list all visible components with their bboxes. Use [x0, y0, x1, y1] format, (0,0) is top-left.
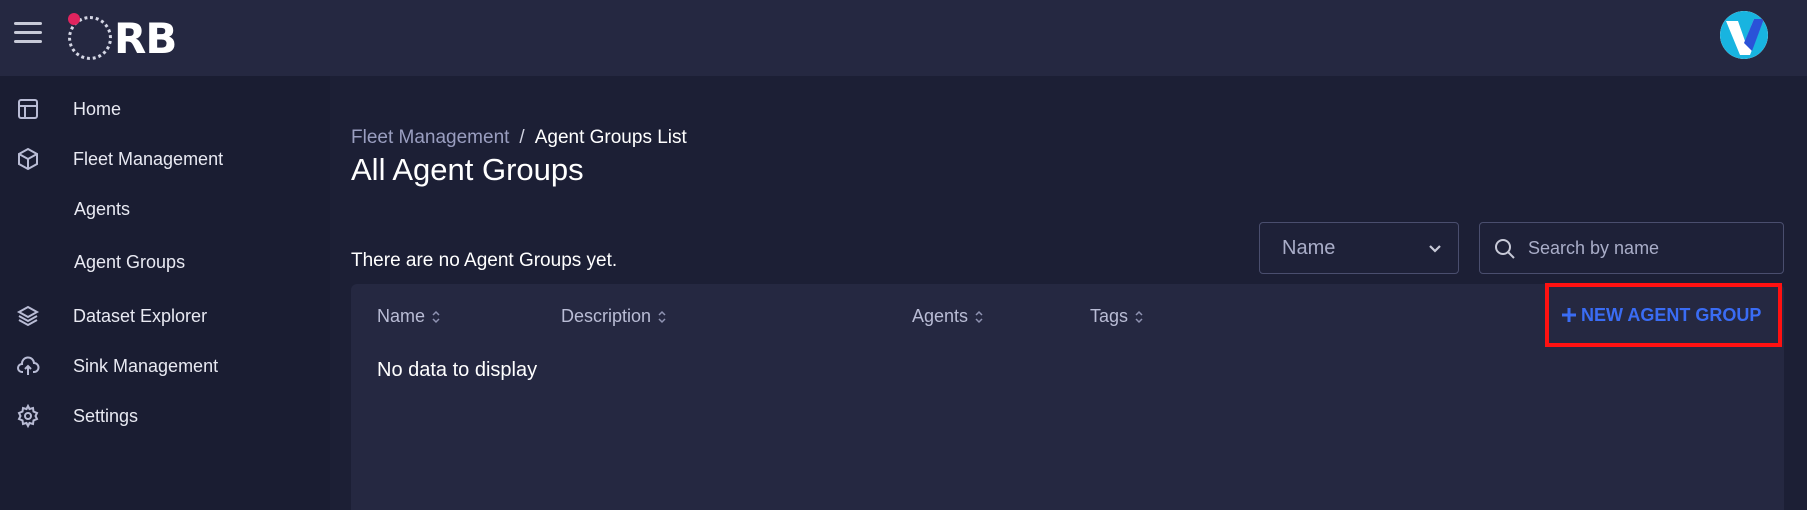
- search-input[interactable]: [1528, 233, 1773, 263]
- sort-icon: [432, 310, 440, 323]
- sidebar-item-settings[interactable]: Settings: [0, 393, 330, 439]
- gear-icon: [17, 404, 39, 428]
- sidebar-item-label: Sink Management: [73, 355, 219, 376]
- sidebar-item-dataset-explorer[interactable]: Dataset Explorer: [0, 293, 330, 339]
- column-header-label: Name: [377, 306, 426, 326]
- filter-field-select[interactable]: Name: [1259, 222, 1459, 274]
- column-header-agents[interactable]: Agents: [912, 306, 984, 327]
- sort-icon: [1135, 310, 1143, 323]
- user-avatar-icon[interactable]: [1720, 11, 1768, 59]
- breadcrumb-link-fleet-management[interactable]: Fleet Management: [351, 127, 509, 148]
- empty-state-note: There are no Agent Groups yet.: [351, 250, 618, 271]
- sidebar-item-label: Settings: [73, 405, 139, 426]
- layout-icon: [18, 99, 38, 119]
- breadcrumb-separator: /: [519, 127, 525, 148]
- layers-icon: [16, 305, 40, 327]
- chevron-down-icon: [1429, 245, 1441, 253]
- cube-icon: [18, 147, 38, 171]
- search-field[interactable]: [1479, 222, 1784, 274]
- cloud-upload-icon: [17, 356, 40, 375]
- search-icon: [1495, 239, 1515, 259]
- column-header-name[interactable]: Name: [377, 306, 441, 327]
- new-agent-group-label: NEW AGENT GROUP: [1581, 304, 1762, 325]
- sort-icon: [658, 310, 666, 323]
- hamburger-menu-icon[interactable]: [14, 22, 44, 48]
- sidebar-item-label: Home: [73, 98, 122, 119]
- app-logo[interactable]: RB: [64, 8, 194, 68]
- column-header-description[interactable]: Description: [561, 306, 667, 327]
- sidebar-item-agents[interactable]: Agents: [0, 186, 330, 232]
- sidebar-item-agent-groups[interactable]: Agent Groups: [0, 239, 330, 285]
- logo-text: RB: [114, 14, 177, 63]
- column-header-tags[interactable]: Tags: [1090, 306, 1144, 327]
- sidebar-item-fleet-management[interactable]: Fleet Management: [0, 136, 330, 182]
- sidebar-item-label: Dataset Explorer: [73, 305, 208, 326]
- filter-selected-value: Name: [1282, 237, 1336, 259]
- column-header-label: Agents: [912, 306, 969, 326]
- sidebar-item-label: Agents: [74, 198, 131, 219]
- top-header: RB: [0, 0, 1807, 76]
- logo-dot: [68, 13, 80, 25]
- page-title: All Agent Groups: [351, 152, 584, 187]
- table-empty-message: No data to display: [377, 359, 538, 381]
- breadcrumb: Fleet Management / Agent Groups List: [351, 127, 687, 149]
- sidebar-item-home[interactable]: Home: [0, 86, 330, 132]
- new-agent-group-button[interactable]: NEW AGENT GROUP: [1561, 302, 1761, 328]
- column-header-label: Tags: [1090, 306, 1129, 326]
- plus-icon: [1562, 308, 1576, 322]
- sidebar: Home Fleet Management Agents Agent Group…: [0, 76, 330, 510]
- sort-icon: [975, 310, 983, 323]
- breadcrumb-current: Agent Groups List: [534, 127, 687, 148]
- sidebar-item-label: Agent Groups: [74, 251, 186, 272]
- sidebar-item-label: Fleet Management: [73, 148, 224, 169]
- sidebar-item-sink-management[interactable]: Sink Management: [0, 343, 330, 389]
- column-header-label: Description: [561, 306, 652, 326]
